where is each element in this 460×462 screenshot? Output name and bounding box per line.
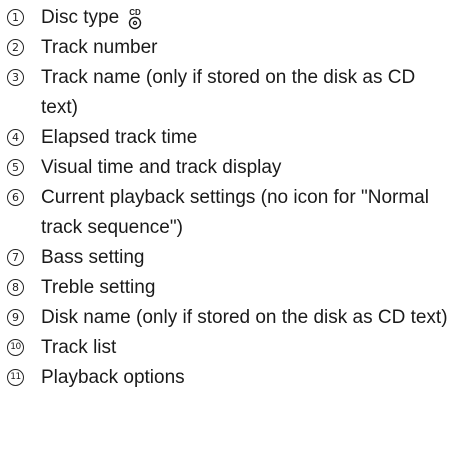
item-number: 1 bbox=[7, 9, 24, 26]
item-text: Track number bbox=[41, 37, 158, 58]
item-number-badge: 2 bbox=[6, 33, 28, 63]
item-number-badge: 3 bbox=[6, 63, 28, 93]
item-number: 3 bbox=[7, 69, 24, 86]
legend-list: 1 Disc type CD 2 Track number 3 Track na… bbox=[0, 0, 460, 393]
item-number-badge: 6 bbox=[6, 183, 28, 213]
item-text: Bass setting bbox=[41, 247, 145, 268]
item-number: 5 bbox=[7, 159, 24, 176]
legend-item-bass: 7 Bass setting bbox=[6, 243, 460, 273]
item-number-badge: 11 bbox=[6, 363, 28, 393]
item-number: 7 bbox=[7, 249, 24, 266]
item-number-badge: 10 bbox=[6, 333, 28, 363]
item-number-badge: 7 bbox=[6, 243, 28, 273]
item-text-wrap: Disc type CD bbox=[41, 3, 460, 33]
item-text: Elapsed track time bbox=[41, 127, 198, 148]
legend-item-disc-type: 1 Disc type CD bbox=[6, 3, 460, 33]
item-number: 8 bbox=[7, 279, 24, 296]
item-number: 9 bbox=[7, 309, 24, 326]
item-number: 11 bbox=[7, 369, 24, 386]
cd-disc-icon: CD bbox=[128, 8, 142, 30]
item-text: Playback options bbox=[41, 367, 185, 388]
legend-item-elapsed-time: 4 Elapsed track time bbox=[6, 123, 460, 153]
legend-item-playback-options: 11 Playback options bbox=[6, 363, 460, 393]
item-number-badge: 9 bbox=[6, 303, 28, 333]
item-number-badge: 4 bbox=[6, 123, 28, 153]
legend-item-track-number: 2 Track number bbox=[6, 33, 460, 63]
item-text: Track list bbox=[41, 337, 117, 358]
legend-item-visual-display: 5 Visual time and track display bbox=[6, 153, 460, 183]
item-number: 4 bbox=[7, 129, 24, 146]
legend-item-track-name: 3 Track name (only if stored on the disk… bbox=[6, 63, 460, 123]
item-number-badge: 8 bbox=[6, 273, 28, 303]
item-text: Disk name (only if stored on the disk as… bbox=[41, 307, 448, 328]
item-number-badge: 5 bbox=[6, 153, 28, 183]
legend-item-treble: 8 Treble setting bbox=[6, 273, 460, 303]
item-number: 10 bbox=[7, 339, 24, 356]
item-text: Current playback settings (no icon for "… bbox=[41, 187, 429, 238]
item-text: Visual time and track display bbox=[41, 157, 282, 178]
svg-text:CD: CD bbox=[129, 8, 141, 17]
item-text: Track name (only if stored on the disk a… bbox=[41, 67, 416, 118]
legend-item-playback-settings: 6 Current playback settings (no icon for… bbox=[6, 183, 460, 243]
legend-item-track-list: 10 Track list bbox=[6, 333, 460, 363]
item-text: Disc type bbox=[41, 7, 120, 28]
item-number: 2 bbox=[7, 39, 24, 56]
item-number-badge: 1 bbox=[6, 3, 28, 33]
legend-item-disk-name: 9 Disk name (only if stored on the disk … bbox=[6, 303, 460, 333]
item-number: 6 bbox=[7, 189, 24, 206]
item-text: Treble setting bbox=[41, 277, 156, 298]
